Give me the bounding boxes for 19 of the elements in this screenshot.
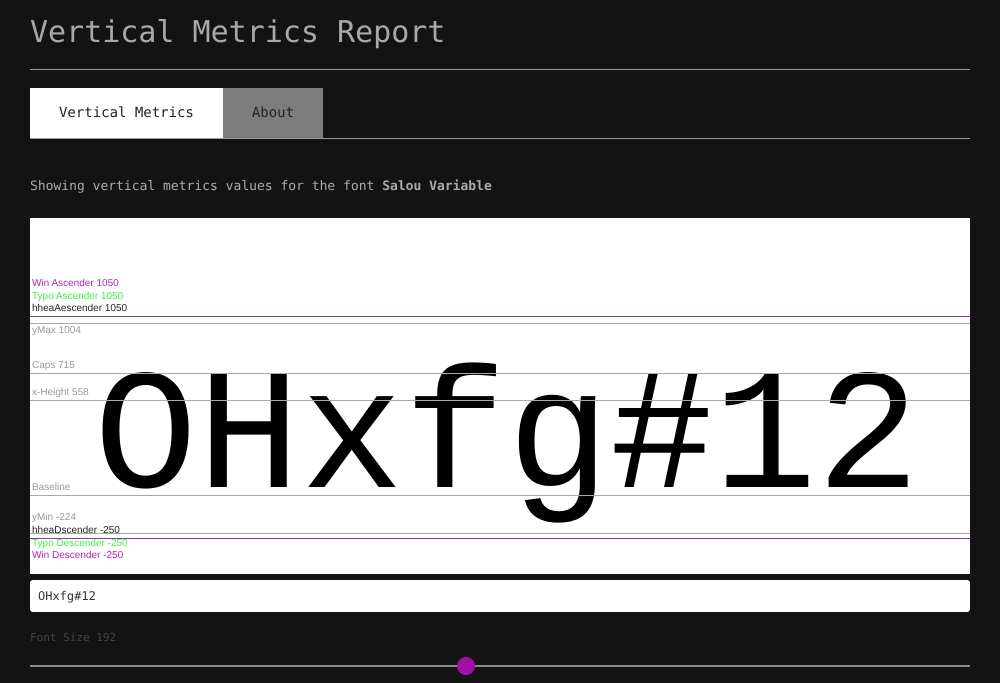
- sample-text-field[interactable]: OHxfg#12: [30, 580, 970, 612]
- description-text: Showing vertical metrics values for the font Salou Variable: [30, 178, 492, 196]
- page-title: Vertical Metrics Report: [30, 0, 970, 70]
- metric-label: Caps 715: [32, 360, 75, 372]
- metric-label: Win Descender -250: [32, 550, 124, 562]
- slider-thumb[interactable]: [457, 657, 476, 675]
- tab[interactable]: Vertical Metrics: [30, 88, 223, 138]
- metric-label: yMax 1004: [32, 324, 81, 336]
- font-size-slider[interactable]: [30, 656, 970, 676]
- metric-label: yMin -224: [32, 512, 76, 524]
- metric-label: x-Height 558: [32, 386, 89, 398]
- tab[interactable]: About: [222, 88, 324, 138]
- sample-glyphs: OHxfg#12: [94, 356, 920, 528]
- metric-label: Typo Descender -250: [32, 538, 128, 550]
- metric-label: Typo Ascender 1050: [32, 290, 124, 302]
- metric-label: hheaDscender -250: [32, 524, 120, 536]
- metric-label: Win Ascender 1050: [32, 278, 119, 290]
- metric-label: Baseline: [32, 482, 70, 494]
- metric-label: hheaAescender 1050: [32, 302, 128, 314]
